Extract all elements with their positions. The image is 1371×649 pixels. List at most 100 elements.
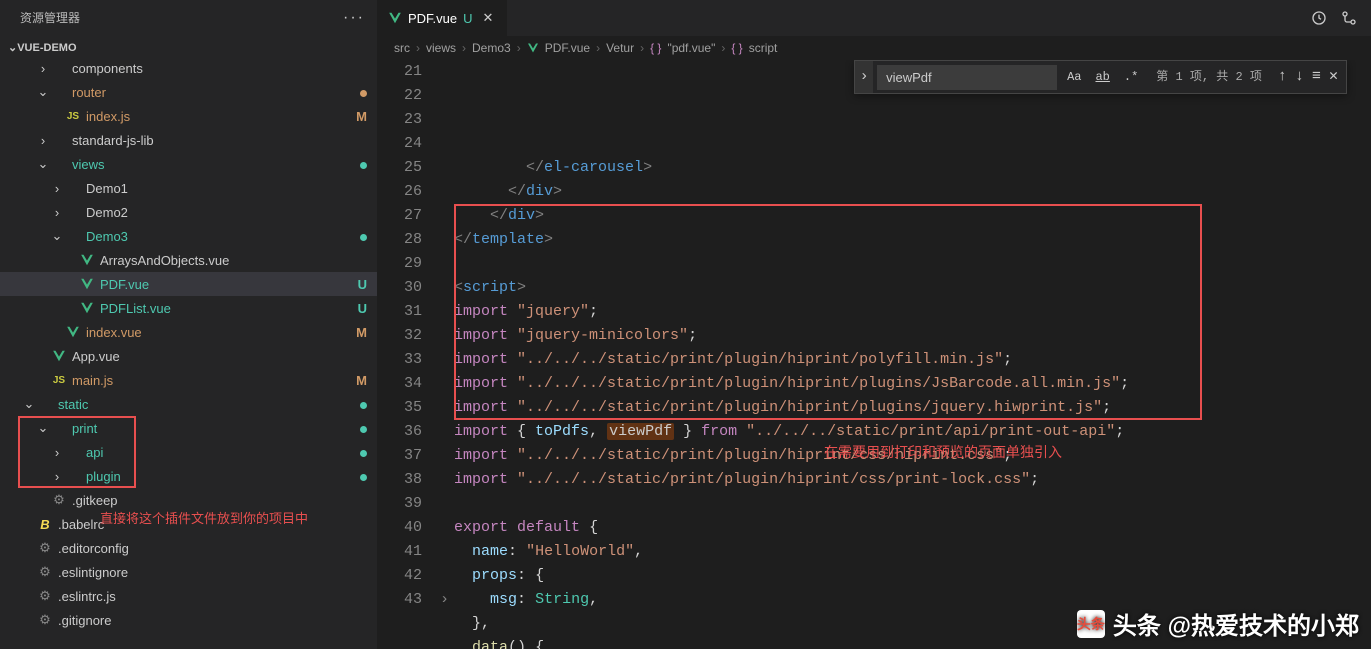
- file-icon: JS: [50, 375, 68, 386]
- tree-item-demo1[interactable]: ›Demo1: [0, 176, 377, 200]
- file-icon: [78, 253, 96, 267]
- find-next-icon[interactable]: ↓: [1295, 65, 1304, 89]
- tab-actions: [1311, 10, 1371, 26]
- tree-item-status: U: [347, 277, 367, 292]
- explorer-header: 资源管理器 ···: [0, 0, 377, 35]
- tree-item-label: Demo3: [86, 229, 347, 244]
- watermark-icon: 头条: [1077, 610, 1105, 638]
- tree-item--eslintrc-js[interactable]: ⚙.eslintrc.js: [0, 584, 377, 608]
- tree-item-api[interactable]: ›api: [0, 440, 377, 464]
- history-icon[interactable]: [1311, 10, 1327, 26]
- tree-item-pdflist-vue[interactable]: PDFList.vueU: [0, 296, 377, 320]
- tree-item-app-vue[interactable]: App.vue: [0, 344, 377, 368]
- find-count: 第 1 项, 共 2 项: [1148, 65, 1270, 89]
- tree-item-label: App.vue: [72, 349, 347, 364]
- breadcrumb-seg[interactable]: script: [749, 41, 778, 55]
- tree-item-label: plugin: [86, 469, 347, 484]
- tree-item-demo3[interactable]: ⌄Demo3: [0, 224, 377, 248]
- tree-item-print[interactable]: ⌄print: [0, 416, 377, 440]
- tree-item-status: [347, 421, 367, 436]
- tree-item-index-js[interactable]: JS index.jsM: [0, 104, 377, 128]
- diff-icon[interactable]: [1341, 10, 1357, 26]
- find-selection-icon[interactable]: ≡: [1312, 65, 1321, 89]
- tree-item-index-vue[interactable]: index.vueM: [0, 320, 377, 344]
- file-icon: B: [36, 517, 54, 532]
- vue-icon: [388, 11, 402, 25]
- regex-toggle[interactable]: .*: [1120, 63, 1142, 91]
- breadcrumb-seg[interactable]: views: [426, 41, 456, 55]
- watermark: 头条 头条 @热爱技术的小郑: [1077, 606, 1359, 641]
- file-icon: ⚙: [36, 540, 54, 556]
- tree-item-label: router: [72, 85, 347, 100]
- breadcrumb-sep: ›: [640, 41, 644, 55]
- editor-body[interactable]: 2122232425262728293031323334353637383940…: [378, 60, 1371, 649]
- tree-item-status: [347, 85, 367, 100]
- chevron-icon: ›: [50, 469, 64, 484]
- tree-item--gitignore[interactable]: ⚙.gitignore: [0, 608, 377, 632]
- tree-item-label: .editorconfig: [58, 541, 347, 556]
- find-prev-icon[interactable]: ↑: [1278, 65, 1287, 89]
- tree-item-label: standard-js-lib: [72, 133, 347, 148]
- search-highlight: viewPdf: [607, 423, 674, 440]
- tree-item-status: M: [347, 325, 367, 340]
- breadcrumb[interactable]: src›views›Demo3›PDF.vue›Vetur›{ }"pdf.vu…: [378, 36, 1371, 60]
- tree-item-pdf-vue[interactable]: PDF.vueU: [0, 272, 377, 296]
- tree-item-demo2[interactable]: ›Demo2: [0, 200, 377, 224]
- tree-item-label: index.js: [86, 109, 347, 124]
- file-icon: ⚙: [36, 612, 54, 628]
- find-input[interactable]: [877, 65, 1057, 90]
- whole-word-toggle[interactable]: ab: [1091, 63, 1113, 91]
- fold-column: ›: [440, 60, 454, 649]
- explorer-more-icon[interactable]: ···: [343, 9, 365, 27]
- breadcrumb-sep: ›: [462, 41, 466, 55]
- chevron-icon: ⌄: [36, 84, 50, 100]
- tree-item-arraysandobjects-vue[interactable]: ArraysAndObjects.vue: [0, 248, 377, 272]
- file-tree: ›components⌄routerJSindex.jsM›standard-j…: [0, 56, 377, 632]
- chevron-down-icon: ⌄: [8, 41, 17, 54]
- match-case-toggle[interactable]: Aa: [1063, 63, 1085, 91]
- tab-pdf-vue[interactable]: PDF.vue U ✕: [378, 0, 508, 36]
- find-close-icon[interactable]: ✕: [1329, 65, 1338, 89]
- tree-item-label: ArraysAndObjects.vue: [100, 253, 347, 268]
- project-name: VUE-DEMO: [17, 42, 76, 54]
- file-icon: ⚙: [36, 588, 54, 604]
- tree-item-components[interactable]: ›components: [0, 56, 377, 80]
- breadcrumb-seg[interactable]: Demo3: [472, 41, 511, 55]
- breadcrumb-seg[interactable]: Vetur: [606, 41, 634, 55]
- code-content[interactable]: 在需要用到打印和预览的页面单独引入 </el-carousel> </div> …: [454, 60, 1371, 649]
- breadcrumb-sep: ›: [596, 41, 600, 55]
- explorer-title: 资源管理器: [20, 9, 80, 26]
- chevron-icon: ›: [50, 205, 64, 220]
- close-icon[interactable]: ✕: [479, 8, 498, 28]
- tree-item-static[interactable]: ⌄static: [0, 392, 377, 416]
- file-icon: [78, 301, 96, 315]
- fold-marker-icon[interactable]: ›: [440, 591, 449, 608]
- file-icon: [78, 277, 96, 291]
- tab-label: PDF.vue: [408, 11, 457, 26]
- tree-item-standard-js-lib[interactable]: › standard-js-lib: [0, 128, 377, 152]
- line-gutter: 2122232425262728293031323334353637383940…: [378, 60, 440, 649]
- chevron-icon: ⌄: [36, 156, 50, 172]
- tree-item-plugin[interactable]: › plugin: [0, 464, 377, 488]
- breadcrumb-sep: ›: [517, 41, 521, 55]
- chevron-icon: ›: [36, 133, 50, 148]
- breadcrumb-seg[interactable]: PDF.vue: [545, 41, 590, 55]
- file-icon: ⚙: [50, 492, 68, 508]
- project-root[interactable]: ⌄ VUE-DEMO: [0, 39, 377, 56]
- tree-item--eslintignore[interactable]: ⚙.eslintignore: [0, 560, 377, 584]
- tree-item--editorconfig[interactable]: ⚙ .editorconfig: [0, 536, 377, 560]
- tree-item-main-js[interactable]: JSmain.jsM: [0, 368, 377, 392]
- breadcrumb-seg[interactable]: src: [394, 41, 410, 55]
- annotation-sidebar: 直接将这个插件文件放到你的项目中: [100, 508, 308, 527]
- tree-item-router[interactable]: ⌄ router: [0, 80, 377, 104]
- breadcrumb-seg[interactable]: "pdf.vue": [667, 41, 715, 55]
- tree-item-status: M: [347, 109, 367, 124]
- find-expand-toggle[interactable]: ›: [855, 61, 873, 93]
- tab-bar: PDF.vue U ✕: [378, 0, 1371, 36]
- find-widget: › Aa ab .* 第 1 项, 共 2 项 ↑ ↓ ≡ ✕: [854, 60, 1347, 94]
- tree-item-views[interactable]: ⌄views: [0, 152, 377, 176]
- tree-item-status: [347, 445, 367, 460]
- tree-item-label: index.vue: [86, 325, 347, 340]
- file-icon: JS: [64, 111, 82, 122]
- tree-item-label: components: [72, 61, 347, 76]
